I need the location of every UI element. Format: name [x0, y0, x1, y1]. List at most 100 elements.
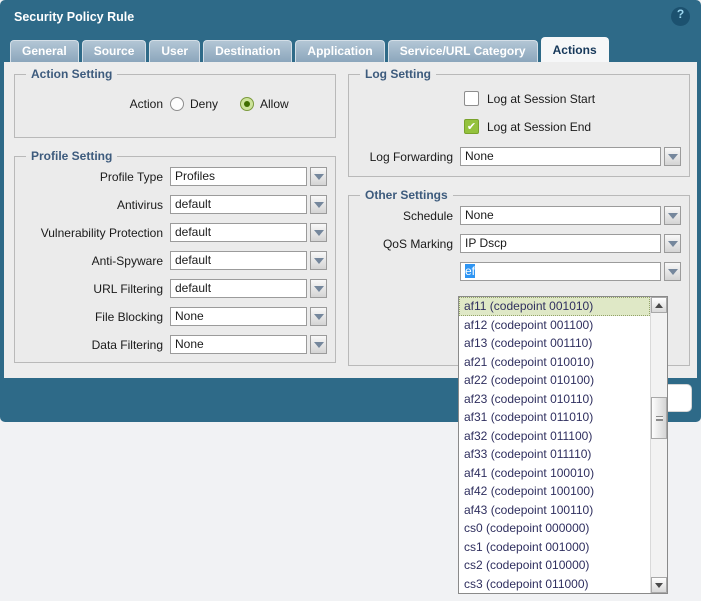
dialog-title: Security Policy Rule — [14, 10, 134, 24]
file-blocking-label: File Blocking — [23, 310, 163, 324]
data-filtering-row: Data Filtering None — [23, 335, 327, 354]
selected-input-text: ef — [465, 264, 475, 278]
dialog-titlebar: Security Policy Rule ? — [0, 0, 701, 36]
url-filtering-select[interactable]: default — [170, 279, 327, 298]
chevron-down-icon[interactable] — [310, 307, 327, 326]
tab-destination[interactable]: Destination — [203, 40, 292, 62]
tab-service-url-category[interactable]: Service/URL Category — [388, 40, 538, 62]
list-item[interactable]: af22 (codepoint 010100) — [459, 371, 650, 390]
list-item[interactable]: cs2 (codepoint 010000) — [459, 556, 650, 575]
log-session-start-checkbox[interactable] — [464, 91, 479, 106]
thumb-grip-icon — [656, 416, 663, 421]
profile-type-label: Profile Type — [23, 170, 163, 184]
chevron-down-icon[interactable] — [310, 251, 327, 270]
list-item[interactable]: af42 (codepoint 100100) — [459, 482, 650, 501]
log-forwarding-row: Log Forwarding None — [357, 147, 681, 166]
qos-marking-select[interactable]: IP Dscp — [460, 234, 681, 253]
anti-spyware-value[interactable]: default — [170, 251, 307, 270]
qos-marking-value[interactable]: IP Dscp — [460, 234, 661, 253]
log-session-end-row: ✔ Log at Session End — [464, 119, 681, 134]
action-allow-radio[interactable] — [240, 97, 254, 111]
tab-general[interactable]: General — [10, 40, 79, 62]
file-blocking-select[interactable]: None — [170, 307, 327, 326]
action-setting-legend: Action Setting — [26, 67, 117, 81]
profile-setting-legend: Profile Setting — [26, 149, 117, 163]
dscp-codepoint-input[interactable]: ef — [460, 262, 661, 281]
log-forwarding-select[interactable]: None — [460, 147, 681, 166]
list-item[interactable]: af11 (codepoint 001010) — [459, 297, 650, 316]
qos-marking-label: QoS Marking — [357, 237, 453, 251]
list-item[interactable]: af13 (codepoint 001110) — [459, 334, 650, 353]
chevron-down-icon[interactable] — [664, 206, 681, 225]
log-forwarding-label: Log Forwarding — [357, 150, 453, 164]
list-item[interactable]: cs0 (codepoint 000000) — [459, 519, 650, 538]
scrollbar-thumb[interactable] — [651, 397, 667, 439]
vulnerability-protection-row: Vulnerability Protection default — [23, 223, 327, 242]
list-item[interactable]: af43 (codepoint 100110) — [459, 501, 650, 520]
file-blocking-row: File Blocking None — [23, 307, 327, 326]
help-icon[interactable]: ? — [671, 7, 690, 26]
action-deny-radio[interactable] — [170, 97, 184, 111]
list-item[interactable]: af12 (codepoint 001100) — [459, 316, 650, 335]
profile-type-value[interactable]: Profiles — [170, 167, 307, 186]
action-setting-group: Action Setting Action Deny Allow — [14, 67, 336, 138]
list-item[interactable]: af21 (codepoint 010010) — [459, 353, 650, 372]
chevron-down-icon[interactable] — [310, 279, 327, 298]
chevron-down-icon[interactable] — [664, 234, 681, 253]
vulnerability-protection-value[interactable]: default — [170, 223, 307, 242]
qos-marking-row: QoS Marking IP Dscp — [357, 234, 681, 253]
list-item[interactable]: af31 (codepoint 011010) — [459, 408, 650, 427]
log-session-end-label: Log at Session End — [487, 120, 591, 134]
chevron-down-icon[interactable] — [310, 167, 327, 186]
action-row: Action Deny Allow — [23, 97, 327, 111]
tab-user[interactable]: User — [149, 40, 200, 62]
file-blocking-value[interactable]: None — [170, 307, 307, 326]
list-item[interactable]: af33 (codepoint 011110) — [459, 445, 650, 464]
dscp-codepoint-combobox[interactable]: ef — [460, 262, 681, 281]
antivirus-row: Antivirus default — [23, 195, 327, 214]
schedule-row: Schedule None — [357, 206, 681, 225]
url-filtering-value[interactable]: default — [170, 279, 307, 298]
dropdown-scrollbar[interactable] — [650, 297, 667, 593]
log-session-start-label: Log at Session Start — [487, 92, 595, 106]
tab-source[interactable]: Source — [82, 40, 147, 62]
radio-dot-icon — [244, 101, 250, 107]
left-column: Action Setting Action Deny Allow Profile… — [14, 67, 336, 374]
chevron-down-icon[interactable] — [310, 223, 327, 242]
log-forwarding-value[interactable]: None — [460, 147, 661, 166]
scroll-down-icon[interactable] — [651, 577, 667, 593]
data-filtering-value[interactable]: None — [170, 335, 307, 354]
chevron-down-icon[interactable] — [310, 335, 327, 354]
data-filtering-label: Data Filtering — [23, 338, 163, 352]
action-label: Action — [23, 97, 163, 111]
list-item[interactable]: af23 (codepoint 010110) — [459, 390, 650, 409]
list-item[interactable]: cs3 (codepoint 011000) — [459, 575, 650, 594]
schedule-value[interactable]: None — [460, 206, 661, 225]
log-setting-legend: Log Setting — [360, 67, 436, 81]
anti-spyware-select[interactable]: default — [170, 251, 327, 270]
tab-bar: General Source User Destination Applicat… — [0, 36, 701, 62]
chevron-down-icon[interactable] — [310, 195, 327, 214]
log-setting-group: Log Setting Log at Session Start ✔ Log a… — [348, 67, 690, 177]
list-item[interactable]: af41 (codepoint 100010) — [459, 464, 650, 483]
data-filtering-select[interactable]: None — [170, 335, 327, 354]
antivirus-value[interactable]: default — [170, 195, 307, 214]
dscp-codepoint-row: ef — [357, 262, 681, 281]
profile-type-select[interactable]: Profiles — [170, 167, 327, 186]
log-session-end-checkbox[interactable]: ✔ — [464, 119, 479, 134]
schedule-label: Schedule — [357, 209, 453, 223]
antivirus-select[interactable]: default — [170, 195, 327, 214]
vulnerability-protection-select[interactable]: default — [170, 223, 327, 242]
dscp-codepoint-dropdown: af11 (codepoint 001010) af12 (codepoint … — [458, 296, 668, 594]
profile-setting-group: Profile Setting Profile Type Profiles An… — [14, 149, 336, 363]
tab-actions[interactable]: Actions — [541, 37, 609, 62]
chevron-down-icon[interactable] — [664, 147, 681, 166]
list-item[interactable]: cs1 (codepoint 001000) — [459, 538, 650, 557]
tab-application[interactable]: Application — [295, 40, 384, 62]
url-filtering-label: URL Filtering — [23, 282, 163, 296]
list-item[interactable]: af32 (codepoint 011100) — [459, 427, 650, 446]
schedule-select[interactable]: None — [460, 206, 681, 225]
antivirus-label: Antivirus — [23, 198, 163, 212]
scroll-up-icon[interactable] — [651, 297, 667, 313]
chevron-down-icon[interactable] — [664, 262, 681, 281]
